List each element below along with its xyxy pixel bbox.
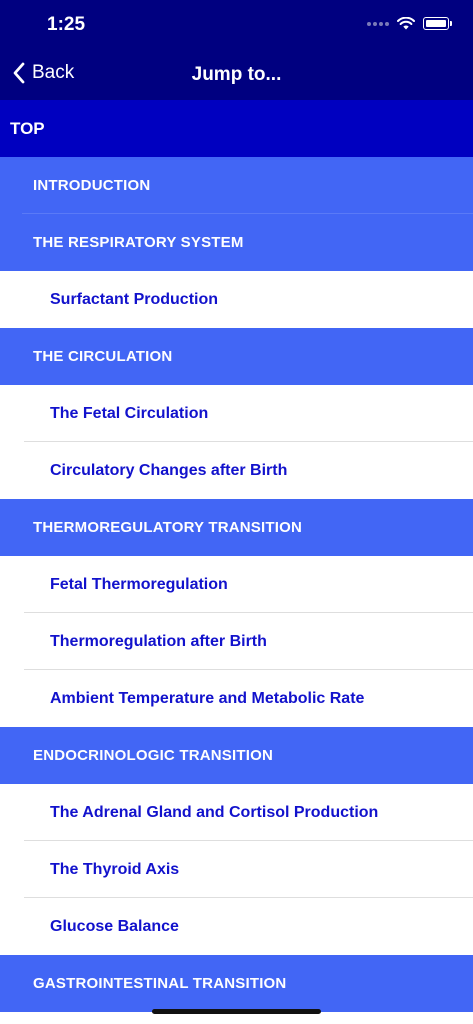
section-label: THERMOREGULATORY TRANSITION	[33, 519, 303, 536]
list-item-label: Glucose Balance	[50, 917, 179, 935]
section-label: ENDOCRINOLOGIC TRANSITION	[33, 747, 273, 764]
list-item-label: TOP	[10, 118, 45, 138]
section-row[interactable]: GASTROINTESTINAL TRANSITION	[0, 955, 473, 1012]
section-label: INTRODUCTION	[33, 177, 151, 194]
status-icons	[367, 17, 452, 30]
list-item[interactable]: Fetal Thermoregulation	[0, 556, 473, 613]
list-item-label: The Adrenal Gland and Cortisol Productio…	[50, 803, 379, 821]
section-row[interactable]: THERMOREGULATORY TRANSITION	[0, 499, 473, 556]
list-item-label: Ambient Temperature and Metabolic Rate	[50, 689, 365, 707]
wifi-icon	[397, 17, 415, 30]
home-indicator	[152, 1009, 321, 1014]
list-item[interactable]: Glucose Balance	[0, 898, 473, 955]
status-time: 1:25	[47, 14, 86, 35]
list-item-label: The Thyroid Axis	[50, 860, 180, 878]
section-row[interactable]: THE RESPIRATORY SYSTEM	[0, 214, 473, 271]
list-item-label: Fetal Thermoregulation	[50, 575, 228, 593]
section-label: THE RESPIRATORY SYSTEM	[33, 234, 244, 251]
section-row[interactable]: ENDOCRINOLOGIC TRANSITION	[0, 727, 473, 784]
section-row[interactable]: INTRODUCTION	[0, 157, 473, 214]
navigation-bar: Back Jump to...	[0, 52, 473, 100]
list-item[interactable]: Circulatory Changes after Birth	[0, 442, 473, 499]
list-item[interactable]: The Thyroid Axis	[0, 841, 473, 898]
list-item[interactable]: The Adrenal Gland and Cortisol Productio…	[0, 784, 473, 841]
section-label: THE CIRCULATION	[33, 348, 173, 365]
list-item-label: Thermoregulation after Birth	[50, 632, 267, 650]
section-row[interactable]: THE CIRCULATION	[0, 328, 473, 385]
page-title: Jump to...	[191, 64, 282, 85]
status-bar: 1:25	[0, 0, 473, 52]
section-label: GASTROINTESTINAL TRANSITION	[33, 975, 287, 992]
list-item-top[interactable]: TOP	[0, 100, 473, 157]
list-item[interactable]: Thermoregulation after Birth	[0, 613, 473, 670]
list-item[interactable]: The Fetal Circulation	[0, 385, 473, 442]
cellular-signal-icon	[367, 21, 389, 26]
jump-list: TOP INTRODUCTION THE RESPIRATORY SYSTEM …	[0, 100, 473, 1012]
list-item-label: The Fetal Circulation	[50, 404, 209, 422]
list-item[interactable]: Ambient Temperature and Metabolic Rate	[0, 670, 473, 727]
list-item[interactable]: Surfactant Production	[0, 271, 473, 328]
list-item-label: Surfactant Production	[50, 290, 219, 308]
list-item-label: Circulatory Changes after Birth	[50, 461, 288, 479]
battery-icon	[423, 17, 452, 30]
